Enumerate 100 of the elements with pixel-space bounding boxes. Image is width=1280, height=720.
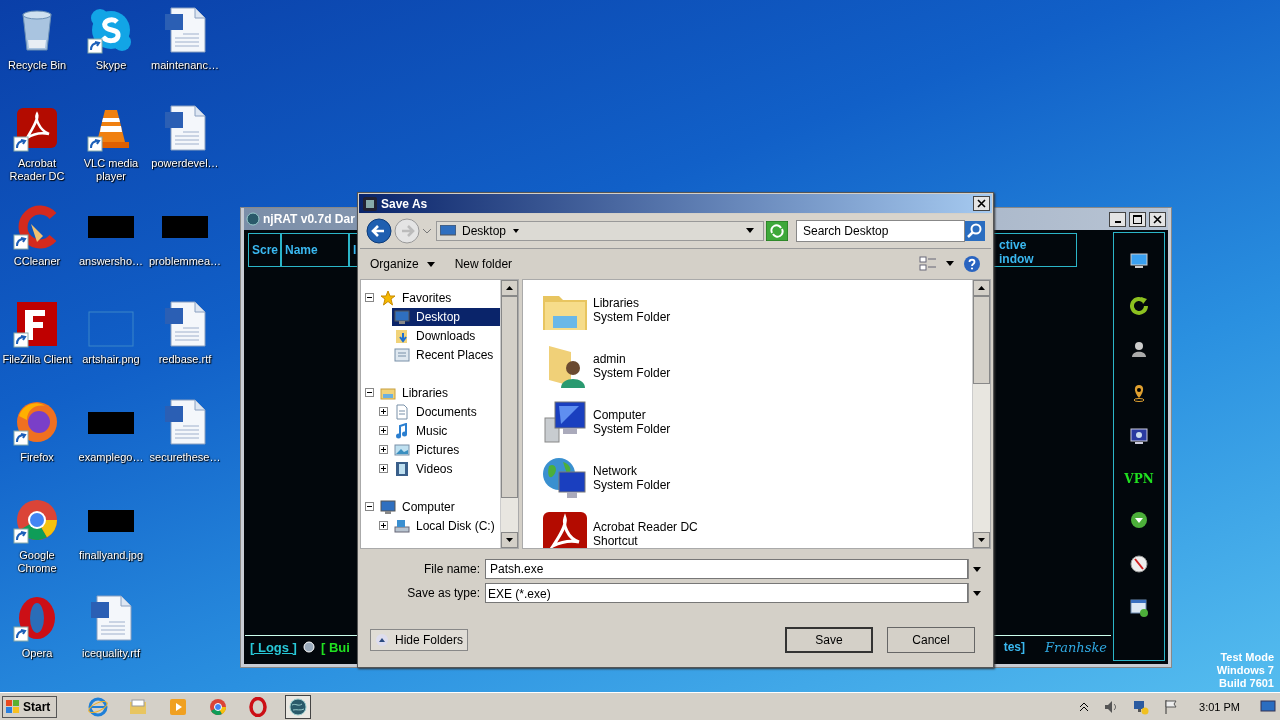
- search-icon[interactable]: [965, 221, 985, 241]
- desktop-shortcut[interactable]: Recycle Bin: [0, 6, 74, 104]
- start-button[interactable]: Start: [2, 695, 58, 718]
- star-icon: [380, 289, 396, 306]
- collapse-toggle[interactable]: [365, 502, 374, 511]
- scroll-down-icon[interactable]: [978, 538, 985, 542]
- collapse-toggle[interactable]: [365, 388, 374, 397]
- caret-icon[interactable]: [945, 261, 955, 267]
- minimize-button[interactable]: [1109, 211, 1126, 227]
- close-button[interactable]: [973, 196, 990, 211]
- desktop-shortcut[interactable]: VLC media player: [74, 104, 148, 202]
- refresh-icon[interactable]: [1129, 295, 1149, 316]
- file-name-field[interactable]: Patsh.exe: [485, 559, 968, 579]
- expand-toggle[interactable]: [379, 445, 388, 454]
- scrollbar[interactable]: [500, 280, 518, 548]
- media-player-icon: [168, 696, 189, 717]
- logs-tab[interactable]: [ Logs ]: [250, 639, 297, 655]
- desktop-shortcut[interactable]: powerdevel…: [148, 104, 222, 202]
- add-window-icon[interactable]: [1129, 597, 1149, 618]
- system-watermark-text: Test Mode Windows 7 Build 7601: [1216, 651, 1274, 690]
- tree-item[interactable]: Local Disk (C:): [392, 516, 500, 535]
- scroll-up-icon[interactable]: [978, 286, 985, 290]
- network-icon[interactable]: [1133, 698, 1150, 715]
- toolbar-button[interactable]: New folder: [448, 255, 519, 273]
- history-caret-icon[interactable]: [422, 226, 432, 236]
- flag-icon[interactable]: [1163, 698, 1180, 715]
- close-button[interactable]: [1149, 211, 1166, 227]
- web-browser-icon: [88, 696, 109, 717]
- desktop-shortcut[interactable]: problemmea…: [148, 202, 222, 300]
- desktop-shortcut[interactable]: examplego…: [74, 398, 148, 496]
- desktop-shortcut[interactable]: artshair.png: [74, 300, 148, 398]
- builder-tab[interactable]: [ Bui: [320, 639, 350, 655]
- tree-item[interactable]: Pictures: [392, 440, 500, 459]
- hide-folders-button[interactable]: Hide Folders: [370, 629, 469, 651]
- file-item[interactable]: Network System Folder: [541, 454, 972, 502]
- clock[interactable]: 3:01 PM: [1199, 700, 1240, 713]
- expand-toggle[interactable]: [379, 464, 388, 473]
- desktop-shortcut[interactable]: Acrobat Reader DC: [0, 104, 74, 202]
- footer-tab[interactable]: tes]: [1003, 640, 1025, 654]
- tree-item[interactable]: Recent Places: [392, 345, 500, 364]
- caret-icon: [426, 261, 435, 267]
- tree-item[interactable]: Desktop: [392, 307, 500, 326]
- desktop-shortcut[interactable]: securethese…: [148, 398, 222, 496]
- tree-item[interactable]: Computer: [378, 497, 500, 516]
- scroll-down-icon[interactable]: [506, 538, 513, 542]
- tree-item[interactable]: Documents: [392, 402, 500, 421]
- file-item[interactable]: Libraries System Folder: [541, 286, 972, 334]
- scrollbar[interactable]: [972, 280, 990, 548]
- column-header[interactable]: Name: [281, 233, 349, 267]
- expand-toggle[interactable]: [379, 521, 388, 530]
- maximize-button[interactable]: [1129, 211, 1146, 227]
- show-hidden-icons-icon[interactable]: [1079, 700, 1090, 713]
- download-icon[interactable]: [1129, 509, 1149, 530]
- four-squares-icon: [6, 699, 20, 714]
- desktop-shortcut[interactable]: redbase.rtf: [148, 300, 222, 398]
- compass-icon[interactable]: [1129, 553, 1149, 574]
- browser-icon: [208, 696, 229, 717]
- taskbar-app-button[interactable]: [285, 694, 312, 719]
- user-icon[interactable]: [1129, 339, 1149, 360]
- expand-toggle[interactable]: [379, 426, 388, 435]
- disk-icon: [394, 517, 410, 534]
- music-note-icon: [394, 422, 410, 439]
- desktop-shortcut[interactable]: maintenanc…: [148, 6, 222, 104]
- refresh-button[interactable]: [766, 221, 788, 241]
- vpn-button[interactable]: VPN: [1124, 471, 1154, 486]
- scroll-up-icon[interactable]: [506, 286, 513, 290]
- desktop-shortcut[interactable]: answersho…: [74, 202, 148, 300]
- file-item[interactable]: Computer System Folder: [541, 398, 972, 446]
- expand-toggle[interactable]: [379, 407, 388, 416]
- window-title: njRAT v0.7d Dar: [263, 212, 355, 226]
- show-desktop-icon[interactable]: [1260, 699, 1276, 714]
- tree-item[interactable]: Videos: [392, 459, 500, 478]
- collapse-toggle[interactable]: [365, 293, 374, 302]
- save-button[interactable]: Save: [785, 627, 873, 653]
- desktop-shortcut[interactable]: finallyand.jpg: [74, 496, 148, 594]
- tree-item[interactable]: Favorites: [378, 288, 500, 307]
- desktop-shortcut[interactable]: icequality.rtf: [74, 594, 148, 692]
- desktop-shortcut[interactable]: CCleaner: [0, 202, 74, 300]
- desktop-shortcut[interactable]: Skype: [74, 6, 148, 104]
- field-label: Save as type:: [406, 586, 480, 600]
- organize-menu[interactable]: Organize: [364, 255, 441, 273]
- tree-item[interactable]: Music: [392, 421, 500, 440]
- help-icon[interactable]: [963, 255, 981, 273]
- globe-icon: [302, 641, 315, 653]
- file-item[interactable]: admin System Folder: [541, 342, 972, 390]
- column-header[interactable]: Scre: [248, 233, 281, 267]
- search-field[interactable]: Search Desktop: [796, 220, 965, 242]
- cancel-button[interactable]: Cancel: [887, 627, 975, 653]
- desktop-shortcut[interactable]: FileZilla Client: [0, 300, 74, 398]
- tree-item[interactable]: Downloads: [392, 326, 500, 345]
- file-type-dropdown[interactable]: EXE (*.exe): [485, 583, 968, 603]
- desktop-shortcut[interactable]: Firefox: [0, 398, 74, 496]
- desktop-shortcut[interactable]: Opera: [0, 594, 74, 692]
- view-options-icon[interactable]: [919, 256, 937, 272]
- file-item[interactable]: Acrobat Reader DC Shortcut: [541, 510, 972, 548]
- tree-item[interactable]: Libraries: [378, 383, 500, 402]
- address-bar[interactable]: Desktop: [436, 221, 764, 241]
- desktop-shortcut[interactable]: Google Chrome: [0, 496, 74, 594]
- back-button[interactable]: [366, 218, 392, 244]
- globe-icon: [246, 212, 260, 226]
